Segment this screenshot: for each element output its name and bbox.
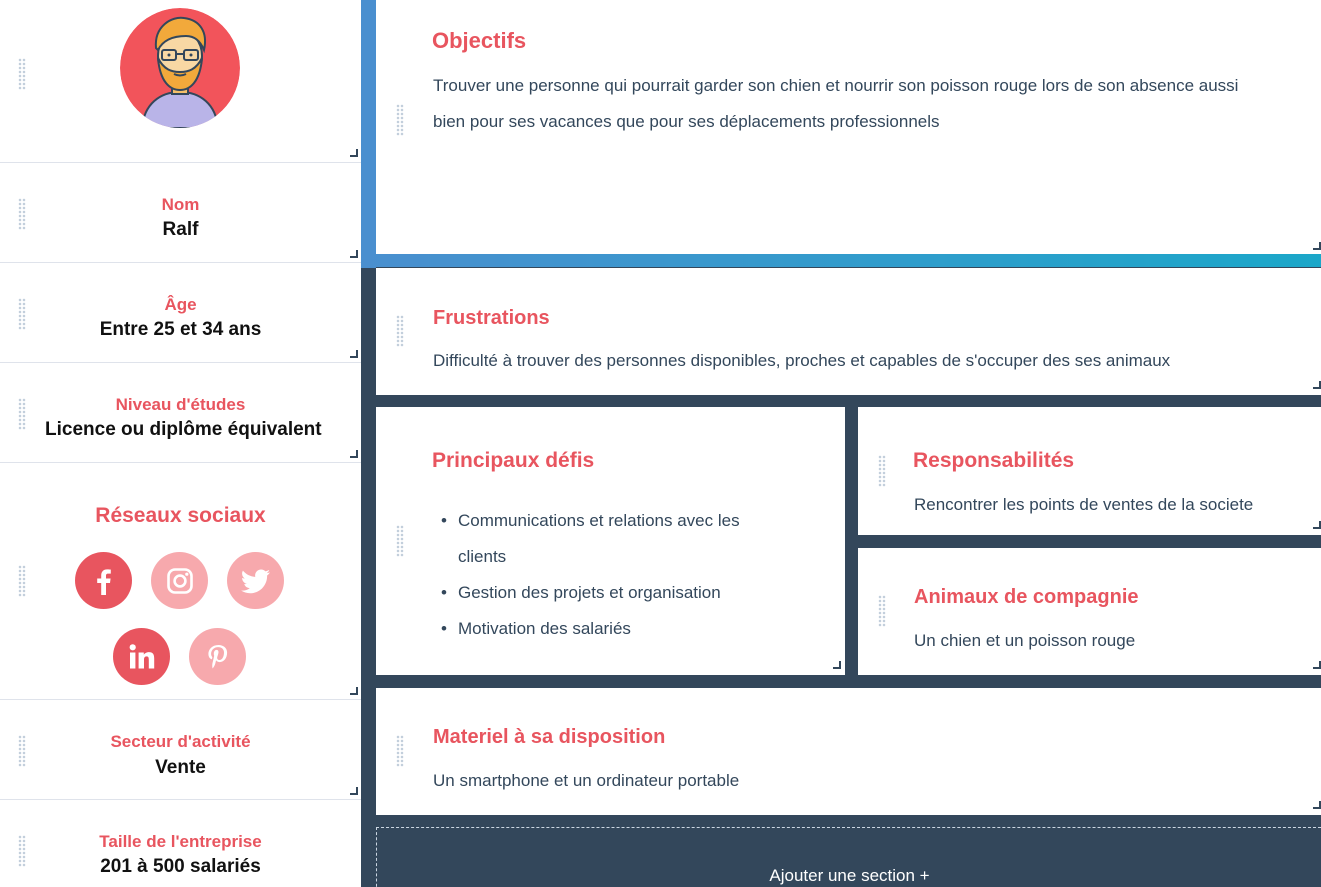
persona-sidebar: Nom Ralf Âge Entre 25 et 34 ans Niveau d… bbox=[0, 0, 361, 887]
resize-handle-icon[interactable] bbox=[1313, 521, 1321, 529]
challenges-card[interactable]: Principaux défis Communications et relat… bbox=[376, 407, 845, 675]
drag-handle-icon[interactable] bbox=[396, 735, 404, 767]
objectives-accent bbox=[361, 0, 376, 268]
drag-handle-icon[interactable] bbox=[396, 525, 404, 557]
drag-handle-icon[interactable] bbox=[18, 58, 26, 90]
drag-handle-icon[interactable] bbox=[878, 455, 886, 487]
resize-handle-icon[interactable] bbox=[350, 250, 358, 258]
responsibilities-card[interactable]: Responsabilités Rencontrer les points de… bbox=[858, 407, 1321, 535]
objectives-card[interactable]: Objectifs Trouver une personne qui pourr… bbox=[376, 0, 1321, 254]
resize-handle-icon[interactable] bbox=[1313, 801, 1321, 809]
company-size-card[interactable]: Taille de l'entreprise 201 à 500 salarié… bbox=[0, 800, 361, 887]
social-title: Réseaux sociaux bbox=[95, 504, 266, 527]
objectives-title: Objectifs bbox=[432, 28, 527, 53]
industry-card[interactable]: Secteur d'activité Vente bbox=[0, 700, 361, 800]
age-label: Âge bbox=[164, 295, 197, 314]
linkedin-icon[interactable] bbox=[113, 628, 170, 685]
resize-handle-icon[interactable] bbox=[1313, 661, 1321, 669]
drag-handle-icon[interactable] bbox=[396, 315, 404, 347]
resize-handle-icon[interactable] bbox=[350, 350, 358, 358]
company-size-label: Taille de l'entreprise bbox=[99, 832, 262, 851]
frustrations-card[interactable]: Frustrations Difficulté à trouver des pe… bbox=[376, 268, 1321, 395]
resize-handle-icon[interactable] bbox=[350, 787, 358, 795]
frustrations-title: Frustrations bbox=[433, 307, 550, 329]
responsibilities-title: Responsabilités bbox=[913, 449, 1075, 472]
facebook-icon[interactable] bbox=[75, 552, 132, 609]
pinterest-icon[interactable] bbox=[189, 628, 246, 685]
challenges-list: Communications et relations avec les cli… bbox=[441, 503, 778, 647]
add-section-label: Ajouter une section + bbox=[769, 866, 930, 885]
list-item: Motivation des salariés bbox=[441, 611, 778, 647]
twitter-icon[interactable] bbox=[227, 552, 284, 609]
drag-handle-icon[interactable] bbox=[878, 595, 886, 627]
resize-handle-icon[interactable] bbox=[350, 450, 358, 458]
education-card[interactable]: Niveau d'études Licence ou diplôme équiv… bbox=[0, 363, 361, 463]
equipment-title: Materiel à sa disposition bbox=[433, 726, 666, 748]
company-size-value: 201 à 500 salariés bbox=[100, 856, 261, 877]
name-value: Ralf bbox=[162, 219, 199, 240]
avatar bbox=[120, 8, 240, 128]
resize-handle-icon[interactable] bbox=[1313, 242, 1321, 250]
list-item: Gestion des projets et organisation bbox=[441, 575, 778, 611]
age-value: Entre 25 et 34 ans bbox=[99, 319, 262, 340]
social-card[interactable]: Réseaux sociaux bbox=[0, 463, 361, 700]
resize-handle-icon[interactable] bbox=[833, 661, 841, 669]
pets-title: Animaux de compagnie bbox=[914, 586, 1139, 608]
drag-handle-icon[interactable] bbox=[18, 565, 26, 597]
instagram-icon[interactable] bbox=[151, 552, 208, 609]
industry-label: Secteur d'activité bbox=[110, 732, 251, 751]
name-card[interactable]: Nom Ralf bbox=[0, 163, 361, 263]
resize-handle-icon[interactable] bbox=[350, 687, 358, 695]
pets-card[interactable]: Animaux de compagnie Un chien et un pois… bbox=[858, 548, 1321, 675]
frustrations-text: Difficulté à trouver des personnes dispo… bbox=[433, 351, 1171, 370]
drag-handle-icon[interactable] bbox=[396, 104, 404, 136]
objectives-accent-bar bbox=[361, 254, 1321, 267]
objectives-text: Trouver une personne qui pourrait garder… bbox=[433, 76, 1239, 131]
industry-value: Vente bbox=[155, 757, 206, 778]
resize-handle-icon[interactable] bbox=[1313, 381, 1321, 389]
age-card[interactable]: Âge Entre 25 et 34 ans bbox=[0, 263, 361, 363]
name-label: Nom bbox=[161, 195, 200, 214]
equipment-text: Un smartphone et un ordinateur portable bbox=[433, 771, 740, 790]
pets-text: Un chien et un poisson rouge bbox=[914, 631, 1136, 650]
education-value: Licence ou diplôme équivalent bbox=[45, 419, 322, 440]
equipment-card[interactable]: Materiel à sa disposition Un smartphone … bbox=[376, 688, 1321, 815]
challenges-title: Principaux défis bbox=[432, 449, 595, 472]
add-section-button[interactable]: Ajouter une section + bbox=[376, 827, 1321, 887]
responsibilities-text: Rencontrer les points de ventes de la so… bbox=[914, 495, 1254, 514]
list-item: Communications et relations avec les cli… bbox=[441, 503, 778, 575]
avatar-card[interactable] bbox=[0, 0, 361, 163]
resize-handle-icon[interactable] bbox=[350, 149, 358, 157]
education-label: Niveau d'études bbox=[115, 395, 246, 414]
